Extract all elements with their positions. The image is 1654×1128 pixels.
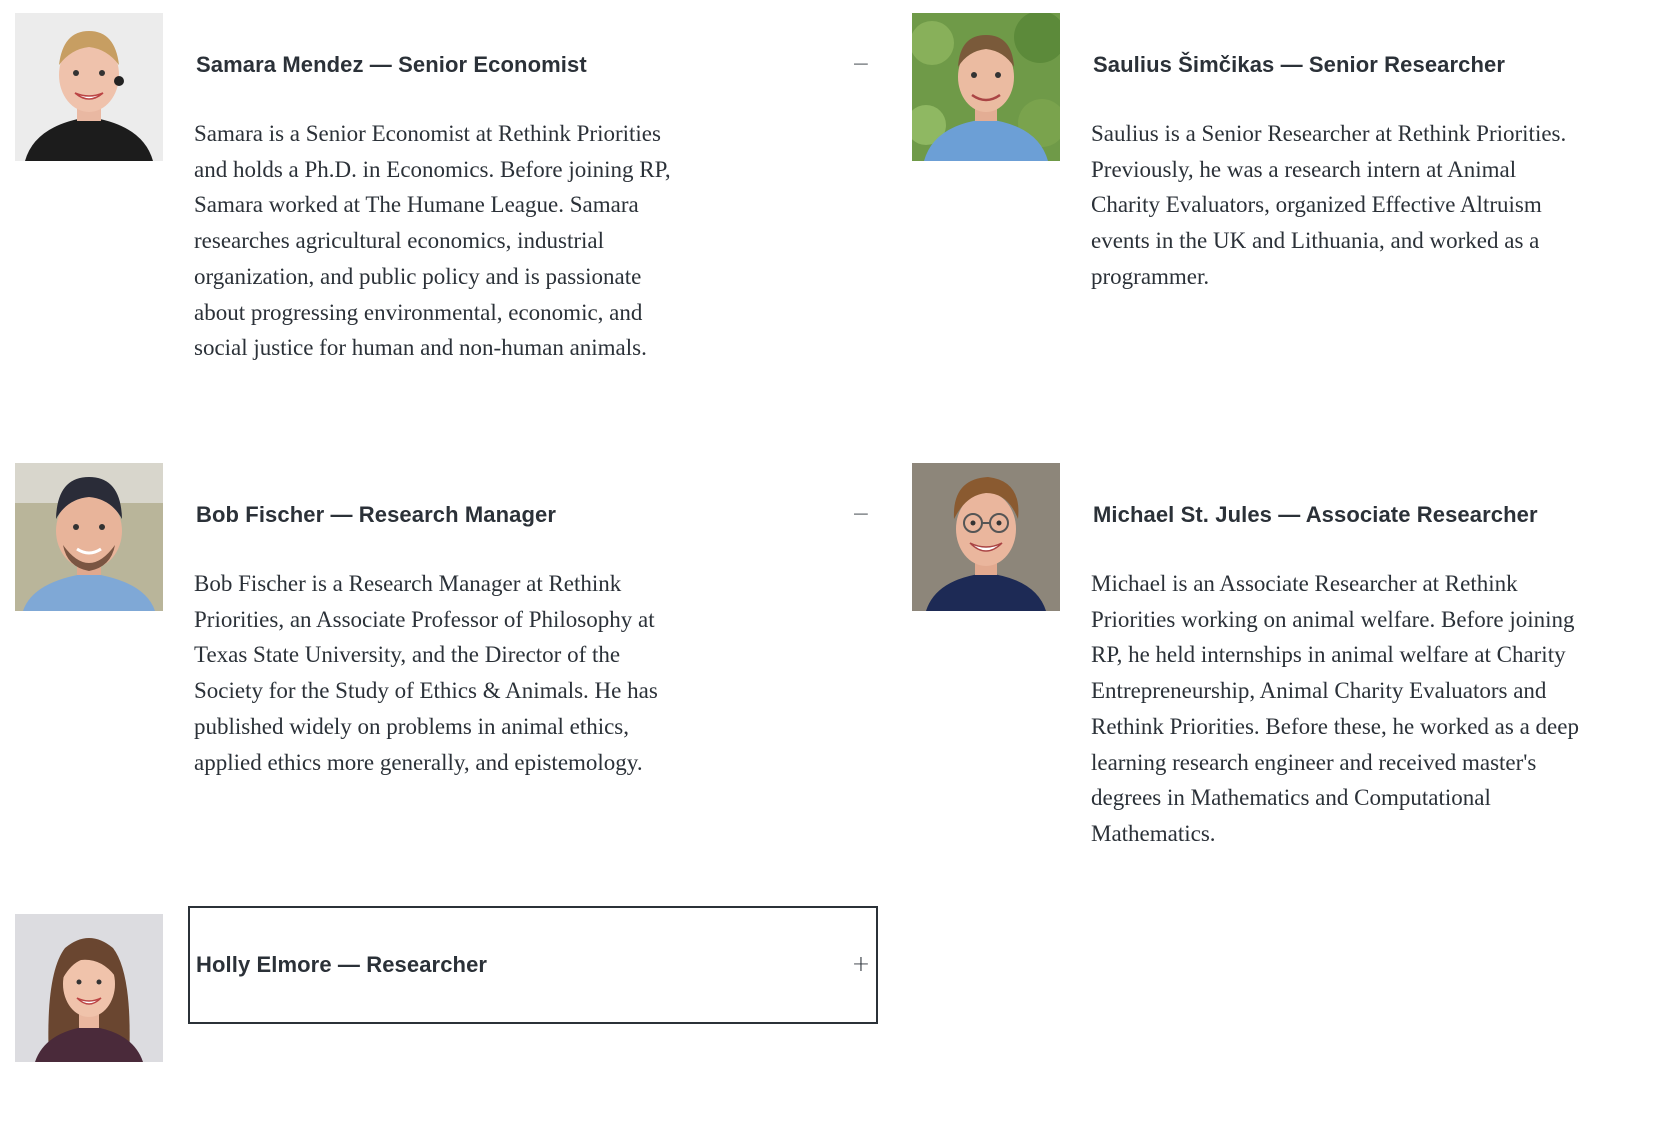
member-name: Michael St. Jules — Associate Researcher xyxy=(1093,502,1538,527)
expand-icon[interactable]: + xyxy=(850,954,872,976)
avatar xyxy=(912,463,1060,611)
accordion-header[interactable]: Samara Mendez — Senior Economist − xyxy=(188,3,878,127)
avatar xyxy=(15,13,163,161)
member-name: Bob Fischer — Research Manager xyxy=(196,502,557,527)
collapse-icon[interactable]: − xyxy=(850,504,872,526)
member-bio: Michael is an Associate Researcher at Re… xyxy=(1091,571,1579,846)
accordion-header[interactable]: Michael St. Jules — Associate Researcher xyxy=(1085,453,1645,577)
member-name: Samara Mendez — Senior Economist xyxy=(196,52,587,77)
accordion-header[interactable]: Bob Fischer — Research Manager − xyxy=(188,453,878,577)
avatar xyxy=(15,463,163,611)
member-name: Saulius Šimčikas — Senior Researcher xyxy=(1093,52,1506,77)
accordion-header[interactable]: Holly Elmore — Researcher + xyxy=(188,906,878,1024)
member-bio: Bob Fischer is a Research Manager at Ret… xyxy=(194,571,658,775)
avatar xyxy=(912,13,1060,161)
member-name: Holly Elmore — Researcher xyxy=(196,952,488,977)
member-bio: Samara is a Senior Economist at Rethink … xyxy=(194,121,671,361)
member-bio: Saulius is a Senior Researcher at Rethin… xyxy=(1091,121,1567,289)
accordion-header[interactable]: Saulius Šimčikas — Senior Researcher xyxy=(1085,3,1645,127)
collapse-icon[interactable]: − xyxy=(850,54,872,76)
avatar xyxy=(15,914,163,1062)
